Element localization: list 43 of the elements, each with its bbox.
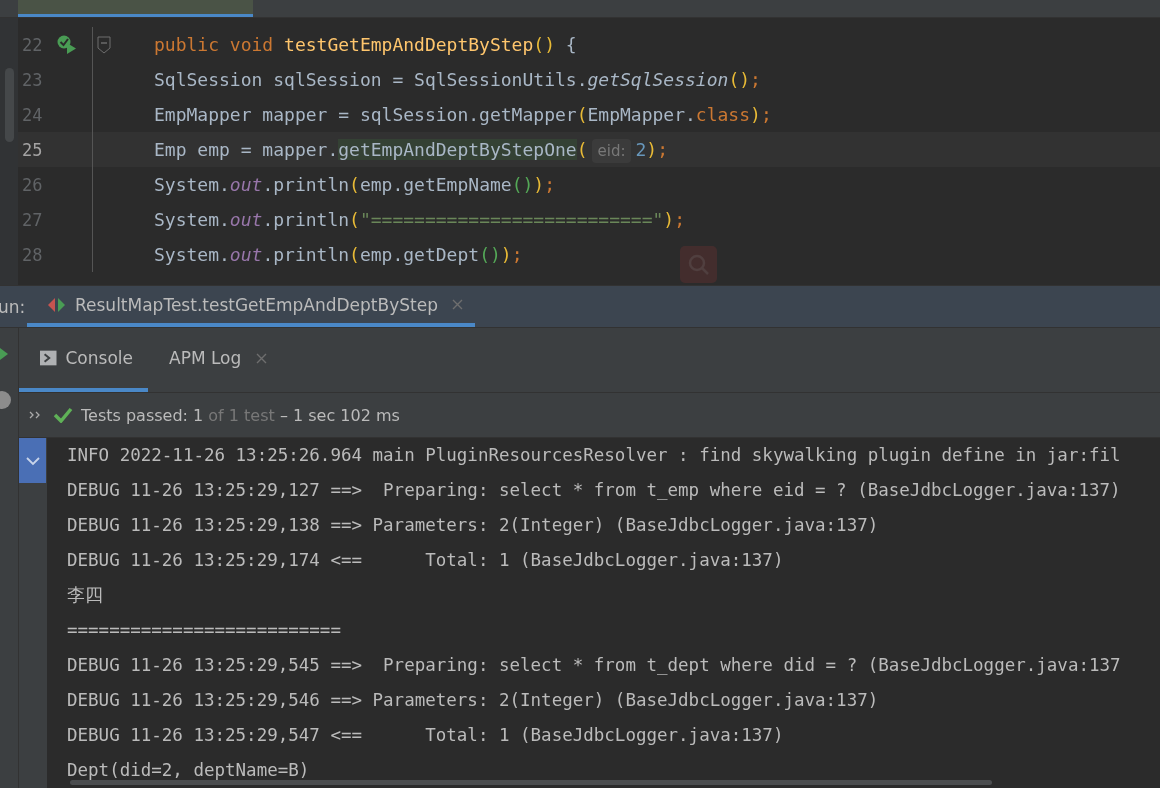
chevron-down-icon — [25, 455, 40, 466]
line-number: 22 — [21, 34, 44, 55]
code-line: public void testGetEmpAndDeptByStep() { — [154, 34, 577, 55]
code-line: SqlSession sqlSession = SqlSessionUtils.getSqlSession(); — [154, 69, 761, 90]
console-line: DEBUG 11-26 13:25:29,546 ==> Parameters: 2(Integer) (BaseJdbcLogger.java:137) — [67, 689, 879, 712]
console-line: INFO 2022-11-26 13:25:26.964 main PluginResourcesResolver : find skywalking plugin define in jar:fil — [67, 444, 1121, 467]
line-number: 23 — [21, 69, 44, 90]
close-icon[interactable] — [256, 352, 268, 364]
collapse-button[interactable] — [19, 438, 46, 483]
run-tab[interactable]: ResultMapTest.testGetEmpAndDeptByStep — [27, 286, 475, 327]
test-status: Tests passed: 1 of 1 test – 1 sec 102 ms — [81, 405, 400, 425]
console-icon — [40, 350, 57, 366]
line-number: 28 — [21, 244, 44, 265]
console-line: Dept(did=2, deptName=B) — [67, 759, 310, 782]
line-number: 27 — [21, 209, 44, 230]
console-tab[interactable]: APM Log — [148, 328, 283, 392]
code-line: System.out.println("=========================="); — [154, 209, 686, 230]
code-line: EmpMapper mapper = sqlSession.getMapper(EmpMapper.class); — [154, 104, 772, 125]
line-number: 26 — [21, 174, 44, 195]
console-line: DEBUG 11-26 13:25:29,127 ==> Preparing: select * from t_emp where eid = ? (BaseJdbcLogger.java:137) — [67, 479, 1121, 502]
console-line: ========================== — [67, 619, 341, 642]
code-line: System.out.println(emp.getEmpName()); — [154, 174, 555, 195]
expand-icon[interactable] — [29, 411, 41, 419]
line-number: 24 — [21, 104, 44, 125]
line-number: 25 — [21, 139, 44, 160]
file-tab[interactable] — [18, 0, 253, 17]
run-test-icon[interactable] — [56, 33, 78, 56]
console-tab[interactable]: Console — [19, 328, 148, 392]
scrollbar[interactable] — [70, 780, 992, 785]
test-icon — [47, 296, 67, 313]
console-line: DEBUG 11-26 13:25:29,138 ==> Parameters: 2(Integer) (BaseJdbcLogger.java:137) — [67, 514, 879, 537]
check-icon — [53, 407, 73, 423]
console-line: DEBUG 11-26 13:25:29,545 ==> Preparing: select * from t_dept where did = ? (BaseJdbcLogger.java:137 — [67, 654, 1121, 677]
search-icon[interactable] — [680, 246, 717, 283]
console-line: 李四 — [67, 584, 103, 607]
code-line: Emp emp = mapper.getEmpAndDeptByStepOne( eid: 2); — [154, 139, 668, 160]
close-icon[interactable] — [451, 299, 463, 310]
run-label: un: — [0, 295, 27, 319]
run-icon[interactable] — [0, 348, 8, 360]
console-line: DEBUG 11-26 13:25:29,174 <== Total: 1 (BaseJdbcLogger.java:137) — [67, 549, 784, 572]
code-line: System.out.println(emp.getDept()); — [154, 244, 523, 265]
console-line: DEBUG 11-26 13:25:29,547 <== Total: 1 (BaseJdbcLogger.java:137) — [67, 724, 784, 747]
fold-icon[interactable] — [97, 35, 111, 54]
